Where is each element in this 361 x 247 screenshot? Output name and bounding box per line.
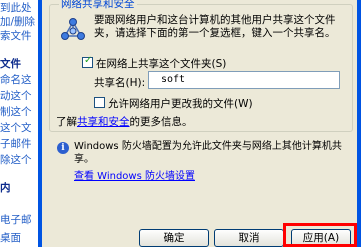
task-section-title: 文件 bbox=[0, 58, 21, 70]
allow-change-label[interactable]: 允许网络用户更改我的文件(W) bbox=[108, 96, 253, 111]
share-name-input[interactable]: soft bbox=[148, 71, 340, 89]
allow-change-checkbox[interactable] bbox=[94, 97, 105, 108]
info-icon: i bbox=[57, 142, 69, 154]
share-folder-checkbox[interactable]: ✓ bbox=[82, 55, 93, 68]
checkmark-icon: ✓ bbox=[84, 55, 93, 66]
task-item[interactable]: 电子邮 bbox=[0, 214, 32, 226]
ok-button[interactable]: 确定 bbox=[139, 229, 209, 247]
cancel-button[interactable]: 取消 bbox=[214, 229, 284, 247]
firewall-settings-link[interactable]: 查看 Windows 防火墙设置 bbox=[74, 167, 195, 182]
apply-highlight-box bbox=[283, 223, 357, 247]
task-item[interactable]: 动这个 bbox=[0, 90, 32, 102]
task-item[interactable]: 制这个 bbox=[0, 106, 32, 118]
sharing-security-link[interactable]: 共享和安全 bbox=[77, 116, 130, 128]
learn-suffix: 的更多信息。 bbox=[129, 116, 193, 128]
firewall-info-text: Windows 防火墙配置为允许此文件夹与网络上其他计算机共享。 bbox=[74, 141, 342, 165]
learn-more-line: 了解共享和安全的更多信息。 bbox=[56, 114, 193, 129]
explorer-task-pane: 到此处 加/删除 索文件 文件 命名这 动这个 制这个 这个文 子邮件 除这个 … bbox=[0, 0, 38, 247]
task-item[interactable]: 桌面 bbox=[0, 232, 21, 244]
network-share-icon bbox=[61, 18, 85, 40]
task-item[interactable]: 子邮件 bbox=[0, 138, 32, 150]
task-section-title: 内 bbox=[0, 182, 11, 194]
share-name-label: 共享名(H): bbox=[94, 77, 146, 89]
task-item[interactable]: 这个文 bbox=[0, 122, 32, 134]
task-item[interactable]: 加/删除 bbox=[0, 16, 35, 28]
sharing-description: 要跟网络用户和这台计算机的其他用户共享这个文件夹，请选择下面的第一个复选框，键入… bbox=[94, 14, 336, 39]
task-item[interactable]: 到此处 bbox=[0, 2, 32, 14]
share-folder-label[interactable]: 在网络上共享这个文件夹(S) bbox=[96, 56, 226, 71]
learn-prefix: 了解 bbox=[56, 116, 77, 128]
task-item[interactable]: 命名这 bbox=[0, 74, 32, 86]
task-item[interactable]: 除这个 bbox=[0, 154, 32, 166]
group-title: 网络共享和安全 bbox=[59, 0, 137, 10]
task-item[interactable]: 索文件 bbox=[0, 30, 32, 42]
